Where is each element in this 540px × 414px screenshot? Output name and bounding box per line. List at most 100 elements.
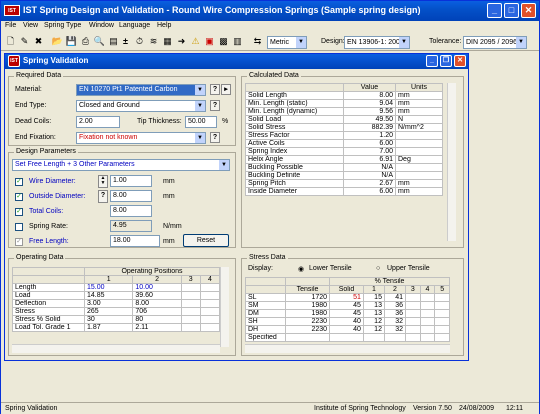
spring-rate-value: 4.95 (110, 220, 152, 232)
units-select[interactable]: Metric ▼ (267, 36, 307, 49)
operating-vertical-scrollbar[interactable] (220, 267, 229, 347)
menu-spring-type[interactable]: Spring Type (44, 22, 81, 29)
table-cell[interactable] (180, 315, 201, 324)
corner-cell (245, 277, 286, 286)
outside-diameter-input[interactable]: 8.00 (110, 190, 152, 202)
table-cell[interactable]: 15.00 (83, 283, 134, 292)
forward-icon[interactable]: ➜ (175, 35, 188, 48)
calculated-vertical-scrollbar[interactable] (447, 83, 456, 241)
menu-file[interactable]: File (5, 22, 16, 29)
table-cell[interactable] (199, 291, 221, 300)
table-cell[interactable]: 39.60 (132, 291, 182, 300)
table-cell[interactable]: 3.00 (83, 299, 134, 308)
table-cell[interactable] (180, 291, 201, 300)
minimize-button[interactable]: _ (487, 3, 502, 18)
col-header: 5 (434, 285, 450, 294)
design-mode-select[interactable]: Set Free Length + 3 Other Parameters ▼ (12, 159, 230, 171)
upper-tensile-radio[interactable]: ○ (376, 265, 380, 272)
child-minimize-button[interactable]: _ (426, 55, 438, 67)
table-cell[interactable] (199, 323, 221, 332)
table-cell[interactable]: 30 (83, 315, 134, 324)
spring-rate-checkbox[interactable] (15, 223, 23, 231)
material-help-button[interactable]: ? (210, 84, 220, 95)
close-button[interactable]: ✕ (521, 3, 536, 18)
outside-diameter-checkbox[interactable]: ✓ (15, 193, 23, 201)
material-select[interactable]: EN 10270 Pt1 Patented Carbon ▼ (76, 84, 206, 96)
pdf-icon[interactable]: ▣ (203, 35, 216, 48)
print-icon[interactable]: ⎙ (79, 35, 92, 48)
col-header: 3 (405, 285, 421, 294)
units-icon[interactable]: ⇆ (251, 35, 264, 48)
maximize-button[interactable]: □ (504, 3, 519, 18)
operating-horizontal-scrollbar[interactable] (12, 344, 220, 353)
table-cell[interactable] (180, 283, 201, 292)
col-header: 2 (132, 275, 182, 284)
col-header: 1 (83, 275, 134, 284)
tolerance-label: Tolerance: (429, 38, 462, 45)
stress-horizontal-scrollbar[interactable] (245, 344, 450, 353)
table-cell[interactable] (180, 299, 201, 308)
table-cell[interactable] (180, 307, 201, 316)
lower-tensile-radio[interactable]: ◉ (298, 265, 304, 273)
menu-view[interactable]: View (23, 22, 38, 29)
total-coils-input[interactable]: 8.00 (110, 205, 152, 217)
preview-icon[interactable]: 🔍 (93, 35, 106, 48)
design-select[interactable]: EN 13906-1: 2002 ▼ (344, 36, 410, 49)
corner-cell (12, 267, 85, 276)
table-cell[interactable] (180, 323, 201, 332)
free-length-input[interactable]: 18.00 (110, 235, 160, 247)
dead-coils-input[interactable]: 2.00 (76, 116, 120, 128)
end-fixation-help-button[interactable]: ? (210, 132, 220, 143)
end-type-select[interactable]: Closed and Ground ▼ (76, 100, 206, 112)
tolerance-select[interactable]: DIN 2095 / 2096 ▼ (463, 36, 527, 49)
new-icon[interactable]: 🗋 (4, 35, 17, 48)
reset-button[interactable]: Reset (183, 234, 229, 247)
end-type-help-button[interactable]: ? (210, 100, 220, 111)
end-fixation-select[interactable]: Fixation not known ▼ (76, 132, 206, 144)
menu-language[interactable]: Language (119, 22, 150, 29)
grid-icon[interactable]: ▩ (217, 35, 230, 48)
table-cell[interactable]: 8.00 (132, 299, 182, 308)
drawing-icon[interactable]: ▦ (161, 35, 174, 48)
child-restore-button[interactable]: ❐ (440, 55, 452, 67)
menu-window[interactable]: Window (89, 22, 114, 29)
table-cell[interactable] (199, 307, 221, 316)
table-cell[interactable]: 14.85 (83, 291, 134, 300)
table-cell[interactable]: 1.87 (83, 323, 134, 332)
edit-icon[interactable]: ✎ (18, 35, 31, 48)
chart-icon[interactable]: ▥ (231, 35, 244, 48)
table-cell[interactable] (199, 283, 221, 292)
free-length-unit: mm (163, 238, 175, 245)
outside-diameter-help-button[interactable]: ? (98, 190, 108, 203)
warning-icon[interactable]: ⚠ (189, 35, 202, 48)
delete-icon[interactable]: ✖ (32, 35, 45, 48)
design-parameters-legend: Design Parameters (14, 148, 78, 155)
table-row: SL 1720 51 15 41 (245, 293, 450, 302)
free-length-checkbox[interactable]: ✓ (15, 238, 23, 246)
table-cell[interactable]: 10.00 (132, 283, 182, 292)
wire-diameter-spinner[interactable]: ▲ ▼ (98, 175, 108, 188)
open-icon[interactable]: 📂 (51, 35, 64, 48)
tip-thickness-input[interactable]: 50.00 (185, 116, 217, 128)
wire-diameter-input[interactable]: 1.00 (110, 175, 152, 187)
spring-rate-unit: N/mm (163, 223, 182, 230)
save-icon[interactable]: 💾 (65, 35, 78, 48)
lower-tensile-label: Lower Tensile (309, 265, 352, 272)
wire-diameter-checkbox[interactable]: ✓ (15, 178, 23, 186)
table-cell[interactable]: 2.11 (132, 323, 182, 332)
material-options-button[interactable]: ▸ (221, 84, 231, 95)
table-cell[interactable]: 80 (132, 315, 182, 324)
tolerance-icon[interactable]: ± (119, 35, 132, 48)
spring-icon[interactable]: ≋ (147, 35, 160, 48)
menu-help[interactable]: Help (157, 22, 171, 29)
total-coils-checkbox[interactable]: ✓ (15, 208, 23, 216)
table-row: Stress Factor 1.20 (245, 131, 443, 140)
table-cell[interactable] (199, 299, 221, 308)
child-close-button[interactable]: ✕ (454, 55, 466, 67)
stopwatch-icon[interactable]: ⏱ (133, 35, 146, 48)
table-cell[interactable]: 265 (83, 307, 134, 316)
table-row: SM 1980 45 13 36 (245, 301, 450, 310)
table-cell[interactable]: 706 (132, 307, 182, 316)
table-cell[interactable] (199, 315, 221, 324)
dropdown-arrow-icon: ▼ (195, 85, 205, 95)
